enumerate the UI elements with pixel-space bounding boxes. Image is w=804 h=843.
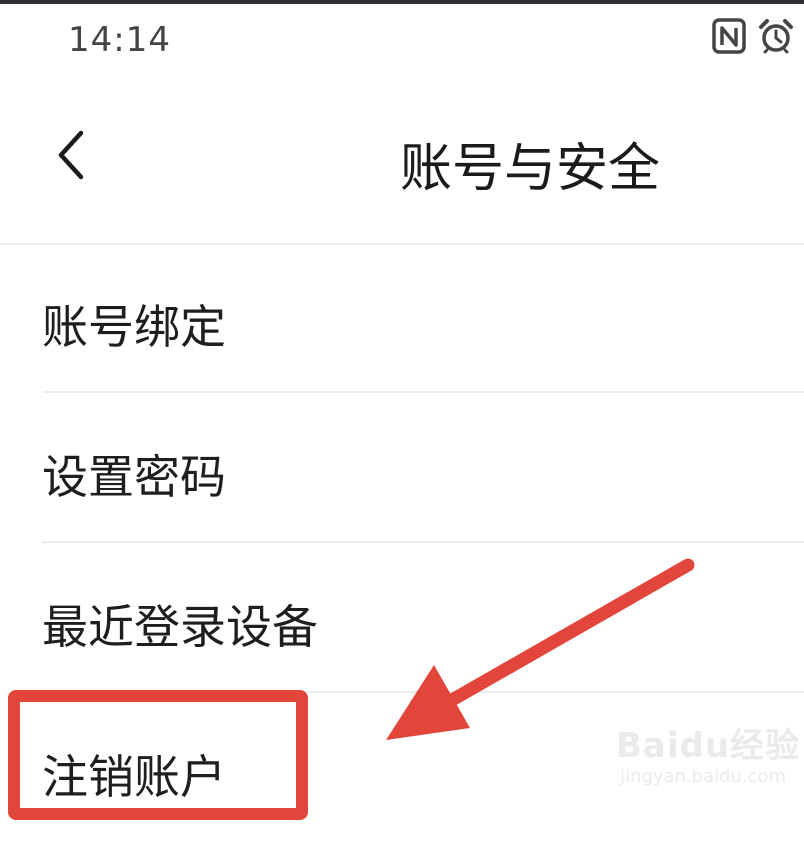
menu-item-label: 账号绑定 [42,300,226,354]
menu-divider [42,391,804,393]
nfc-icon [712,18,746,54]
watermark-url: jingyan.baidu.com [620,766,787,787]
status-time: 14:14 [68,20,171,60]
nav-bar: 账号与安全 [0,96,804,242]
menu-item-set-password[interactable]: 设置密码 [0,395,804,543]
menu-item-recent-devices[interactable]: 最近登录设备 [0,545,804,693]
page-title: 账号与安全 [400,139,661,199]
menu-item-account-binding[interactable]: 账号绑定 [0,245,804,393]
watermark: Baidu经验 jingyan.baidu.com [616,714,799,794]
alarm-icon [758,18,794,54]
menu-item-label: 设置密码 [42,450,226,504]
menu-item-label: 最近登录设备 [42,600,318,654]
back-button[interactable] [36,122,106,192]
annotation-highlight-box [8,690,308,820]
chevron-left-icon [51,127,91,187]
watermark-brand: Baidu经验 [616,726,801,766]
status-bar: 14:14 [0,4,804,76]
menu-divider [42,541,804,543]
status-icons [712,18,794,54]
